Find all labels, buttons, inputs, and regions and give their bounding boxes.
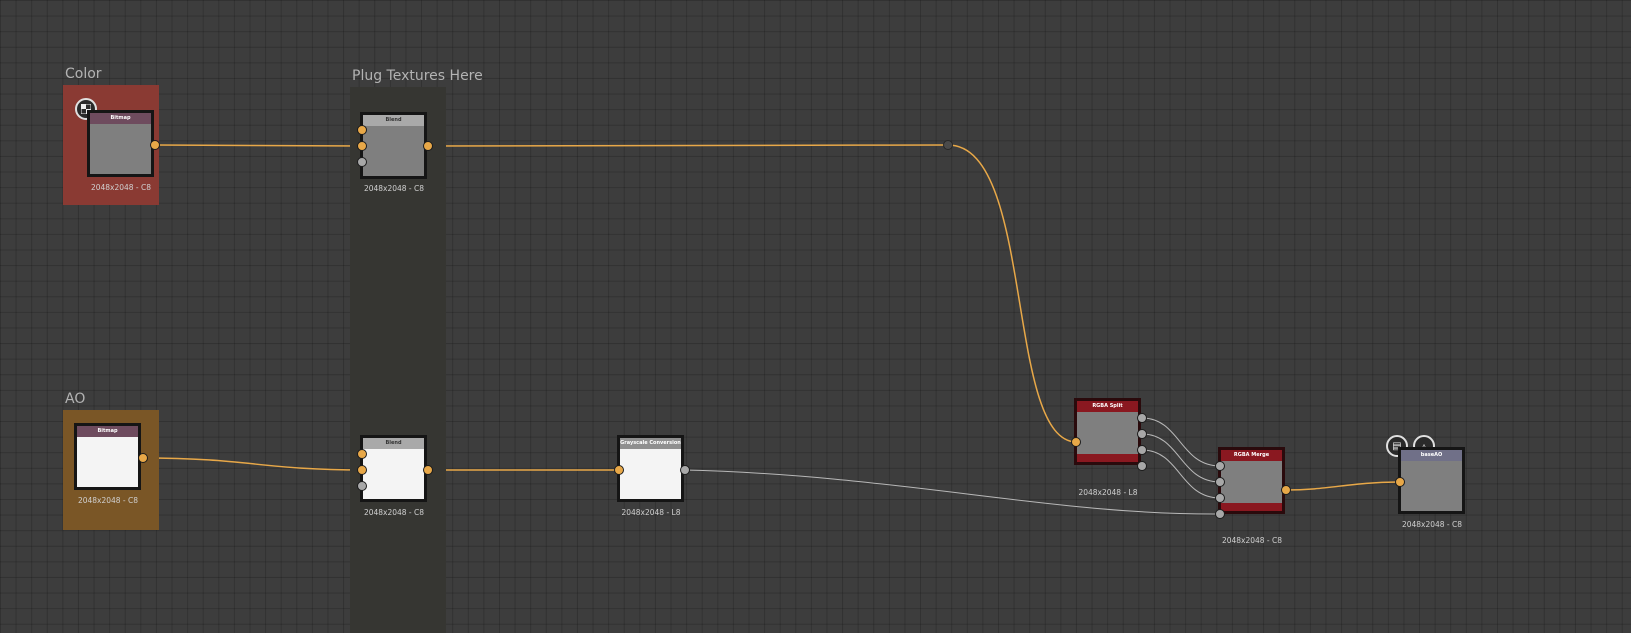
wire-merge-to-output [1285, 481, 1401, 491]
node-title: Blend [363, 115, 424, 126]
frame-title: AO [65, 391, 86, 407]
node-title: baseAO [1401, 450, 1462, 461]
node-resolution: 2048x2048 - C8 [77, 496, 139, 505]
node-resolution: 2048x2048 - C8 [90, 183, 152, 192]
node-resolution: 2048x2048 - C8 [1401, 520, 1463, 529]
connection-wires [142, 144, 1401, 515]
node-rgba-split[interactable]: RGBA Split [1074, 398, 1141, 465]
input-port-opacity[interactable] [357, 481, 367, 491]
input-port-a[interactable] [1215, 509, 1225, 519]
node-strip [1077, 454, 1138, 462]
output-port-b[interactable] [1137, 445, 1147, 455]
node-title: RGBA Split [1077, 401, 1138, 412]
node-blend-bottom[interactable]: Blend [360, 435, 427, 502]
reroute-dot[interactable] [943, 140, 953, 150]
output-port[interactable] [423, 141, 433, 151]
wire-blend-top-to-reroute [428, 144, 949, 147]
wire-reroute-to-rgba-split [947, 144, 1077, 443]
frame-title: Color [65, 66, 102, 82]
output-port[interactable] [150, 140, 160, 150]
wire-bitmap-ao-to-blend [142, 457, 365, 471]
output-port[interactable] [1281, 485, 1291, 495]
output-port-r[interactable] [1137, 413, 1147, 423]
input-port[interactable] [1395, 477, 1405, 487]
node-resolution: 2048x2048 - C8 [1221, 536, 1283, 545]
frame-title: Plug Textures Here [352, 68, 483, 84]
node-output-baseao[interactable]: baseAO [1398, 447, 1465, 514]
node-title: Bitmap [90, 113, 151, 124]
output-port[interactable] [680, 465, 690, 475]
input-port[interactable] [614, 465, 624, 475]
node-resolution: 2048x2048 - L8 [621, 508, 681, 517]
input-port-r[interactable] [1215, 461, 1225, 471]
input-port[interactable] [1071, 437, 1081, 447]
input-port-b[interactable] [1215, 493, 1225, 503]
wire-bitmap-color-to-blend [154, 144, 365, 147]
output-port-g[interactable] [1137, 429, 1147, 439]
input-port-foreground[interactable] [357, 449, 367, 459]
node-title: Bitmap [77, 426, 138, 437]
input-port-background[interactable] [357, 141, 367, 151]
input-port-opacity[interactable] [357, 157, 367, 167]
node-title: Blend [363, 438, 424, 449]
node-blend-top[interactable]: Blend [360, 112, 427, 179]
node-resolution: 2048x2048 - C8 [363, 508, 425, 517]
input-port-g[interactable] [1215, 477, 1225, 487]
output-port[interactable] [423, 465, 433, 475]
input-port-background[interactable] [357, 465, 367, 475]
input-port-foreground[interactable] [357, 125, 367, 135]
node-rgba-merge[interactable]: RGBA Merge [1218, 447, 1285, 514]
node-title: RGBA Merge [1221, 450, 1282, 461]
node-grayscale-conversion[interactable]: Grayscale Conversion [617, 435, 684, 502]
node-resolution: 2048x2048 - L8 [1078, 488, 1138, 497]
node-bitmap-ao[interactable]: Bitmap [74, 423, 141, 490]
node-bitmap-color[interactable]: Bitmap [87, 110, 154, 177]
output-port-a[interactable] [1137, 461, 1147, 471]
node-resolution: 2048x2048 - C8 [363, 184, 425, 193]
node-title: Grayscale Conversion [620, 438, 681, 449]
node-strip [1221, 503, 1282, 511]
output-port[interactable] [138, 453, 148, 463]
